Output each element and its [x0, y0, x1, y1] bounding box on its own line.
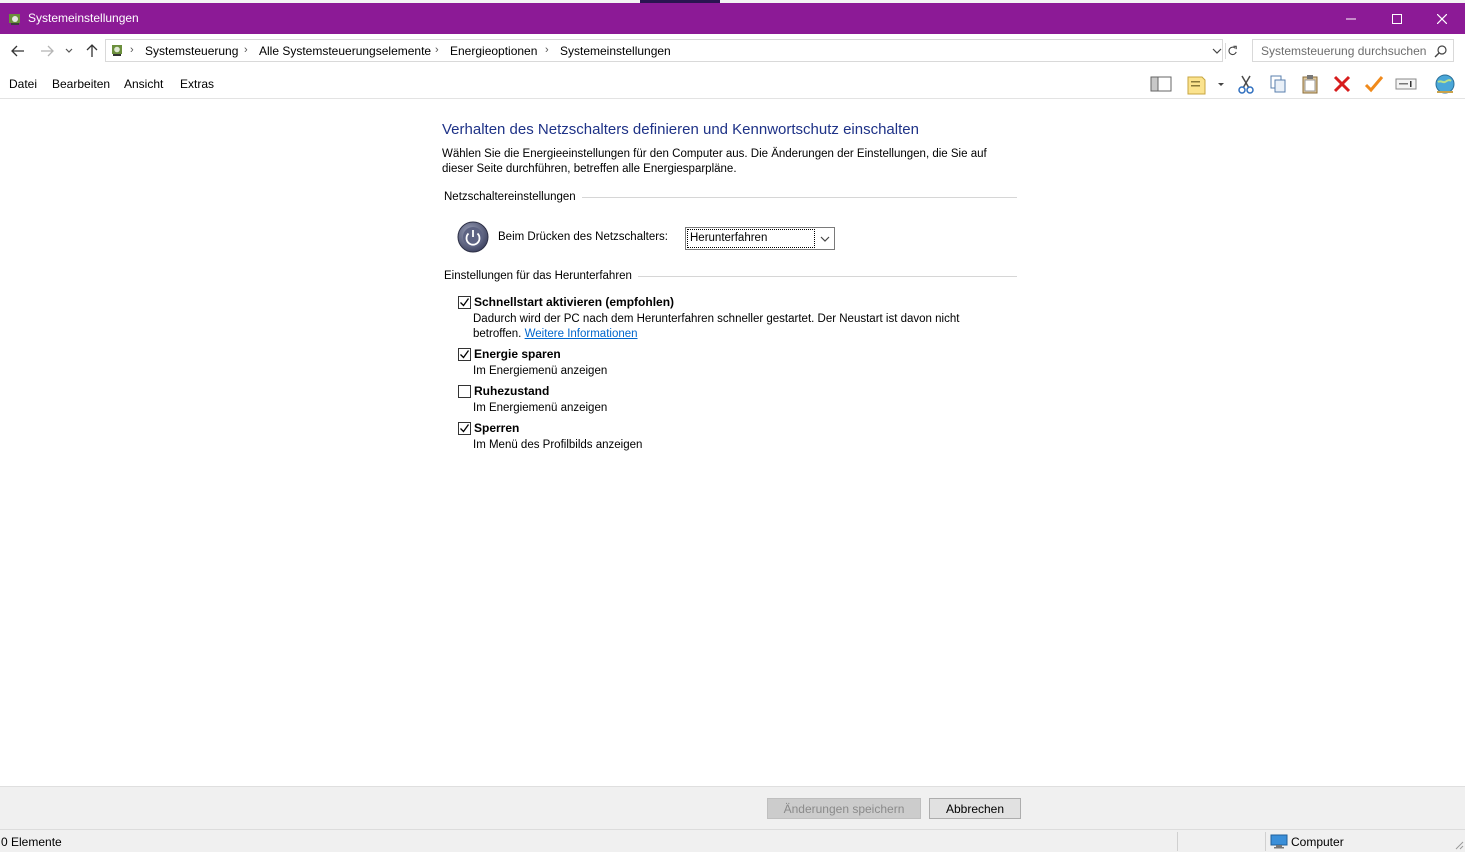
- fast-startup-checkbox[interactable]: [458, 296, 471, 309]
- option-hibernate: Ruhezustand Im Energiemenü anzeigen: [457, 384, 1017, 418]
- breadcrumb-separator: ›: [130, 44, 134, 56]
- power-button-action-select[interactable]: Herunterfahren: [685, 227, 835, 250]
- recent-locations-button[interactable]: [63, 42, 75, 60]
- menu-ansicht[interactable]: Ansicht: [124, 77, 163, 91]
- option-fast-startup: Schnellstart aktivieren (empfohlen) Dadu…: [457, 295, 1017, 343]
- address-dropdown-icon[interactable]: [1210, 44, 1224, 58]
- breadcrumb-systemeinstellungen[interactable]: Systemeinstellungen: [560, 44, 671, 58]
- copy-button[interactable]: [1266, 73, 1290, 95]
- hibernate-checkbox[interactable]: [458, 385, 471, 398]
- title-bar: Systemeinstellungen: [0, 0, 1465, 34]
- breadcrumb-systemsteuerung[interactable]: Systemsteuerung: [145, 44, 238, 58]
- menu-bearbeiten[interactable]: Bearbeiten: [52, 77, 110, 91]
- delete-icon: [1333, 75, 1351, 93]
- lock-description: Im Menü des Profilbilds anzeigen: [473, 439, 643, 451]
- status-divider: [1265, 832, 1266, 851]
- layout-pane-button[interactable]: [1149, 73, 1173, 95]
- search-icon[interactable]: [1434, 44, 1448, 58]
- globe-button[interactable]: [1433, 73, 1457, 95]
- cut-button[interactable]: [1234, 73, 1258, 95]
- refresh-icon[interactable]: [1225, 43, 1239, 59]
- shutdown-section-heading: Einstellungen für das Herunterfahren: [444, 270, 638, 282]
- lock-label[interactable]: Sperren: [474, 421, 519, 435]
- minimize-button[interactable]: [1328, 3, 1374, 34]
- fast-startup-description: Dadurch wird der PC nach dem Herunterfah…: [473, 312, 1003, 342]
- search-placeholder: Systemsteuerung durchsuchen: [1261, 44, 1427, 58]
- background-window-strip: [640, 0, 720, 3]
- sleep-description: Im Energiemenü anzeigen: [473, 365, 608, 377]
- paste-icon: [1302, 75, 1318, 94]
- address-box[interactable]: › Systemsteuerung › Alle Systemsteuerung…: [105, 39, 1237, 62]
- power-button-icon: [457, 221, 489, 253]
- up-button[interactable]: [83, 42, 101, 60]
- window-title: Systemeinstellungen: [28, 11, 139, 25]
- properties-icon: [1187, 76, 1224, 95]
- close-icon: [1437, 13, 1447, 24]
- chevron-down-icon: [820, 236, 830, 242]
- footer: Änderungen speichern Abbrechen: [0, 786, 1465, 829]
- breadcrumb-alle-elemente[interactable]: Alle Systemsteuerungselemente: [259, 44, 431, 58]
- breadcrumb-energieoptionen[interactable]: Energieoptionen: [450, 44, 537, 58]
- delete-button[interactable]: [1330, 73, 1354, 95]
- resize-grip-icon[interactable]: [1454, 840, 1464, 850]
- computer-icon: [1270, 834, 1288, 849]
- status-bar: 0 Elemente Computer: [0, 829, 1465, 852]
- minimize-icon: [1346, 18, 1356, 19]
- breadcrumb-separator: ›: [545, 44, 549, 56]
- more-info-link[interactable]: Weitere Informationen: [525, 328, 638, 340]
- check-icon: [460, 350, 470, 359]
- menu-bar: Datei Bearbeiten Ansicht Extras: [0, 67, 1465, 99]
- items-count: 0 Elemente: [1, 835, 62, 849]
- checkmark-icon: [1364, 76, 1384, 93]
- maximize-icon: [1392, 13, 1402, 24]
- status-divider: [1177, 832, 1178, 851]
- control-panel-location-icon: [112, 45, 122, 56]
- copy-icon: [1270, 75, 1286, 93]
- forward-button[interactable]: [38, 42, 56, 60]
- page-description: Wählen Sie die Energieeinstellungen für …: [442, 148, 987, 175]
- menu-datei[interactable]: Datei: [9, 77, 37, 91]
- page-title: Verhalten des Netzschalters definieren u…: [442, 121, 919, 138]
- forward-arrow-icon: [41, 45, 54, 57]
- search-input[interactable]: Systemsteuerung durchsuchen: [1252, 39, 1454, 62]
- hibernate-label[interactable]: Ruhezustand: [474, 384, 549, 398]
- back-button[interactable]: [9, 42, 27, 60]
- maximize-button[interactable]: [1374, 3, 1420, 34]
- sleep-checkbox[interactable]: [458, 348, 471, 361]
- sleep-label[interactable]: Energie sparen: [474, 347, 561, 361]
- rename-icon: [1395, 78, 1417, 90]
- option-sleep: Energie sparen Im Energiemenü anzeigen: [457, 347, 1017, 381]
- close-button[interactable]: [1419, 3, 1465, 34]
- chevron-down-icon: [65, 48, 73, 53]
- option-lock: Sperren Im Menü des Profilbilds anzeigen: [457, 421, 1017, 455]
- up-arrow-icon: [86, 44, 98, 57]
- properties-button[interactable]: [1185, 73, 1225, 95]
- rename-button[interactable]: [1394, 73, 1418, 95]
- main-content: Verhalten des Netzschalters definieren u…: [0, 99, 1465, 786]
- power-button-label: Beim Drücken des Netzschalters:: [498, 231, 669, 243]
- menu-extras[interactable]: Extras: [180, 77, 214, 91]
- breadcrumb-separator: ›: [435, 44, 439, 56]
- check-icon: [460, 424, 470, 433]
- cancel-button[interactable]: Abbrechen: [929, 798, 1021, 819]
- hibernate-description: Im Energiemenü anzeigen: [473, 402, 608, 414]
- save-changes-button[interactable]: Änderungen speichern: [767, 798, 921, 819]
- address-bar: › Systemsteuerung › Alle Systemsteuerung…: [0, 34, 1465, 67]
- check-icon: [460, 298, 470, 307]
- cut-icon: [1238, 75, 1254, 94]
- back-arrow-icon: [11, 45, 24, 57]
- paste-button[interactable]: [1298, 73, 1322, 95]
- power-button-action-value: Herunterfahren: [687, 229, 815, 248]
- power-section-heading: Netzschaltereinstellungen: [444, 191, 582, 203]
- control-panel-icon: [9, 14, 20, 25]
- lock-checkbox[interactable]: [458, 422, 471, 435]
- top-strip: [0, 0, 1465, 3]
- apply-button[interactable]: [1362, 73, 1386, 95]
- globe-icon: [1435, 74, 1455, 94]
- layout-pane-icon: [1150, 76, 1172, 92]
- breadcrumb-separator: ›: [244, 44, 248, 56]
- status-location: Computer: [1291, 835, 1344, 849]
- fast-startup-label[interactable]: Schnellstart aktivieren (empfohlen): [474, 295, 674, 309]
